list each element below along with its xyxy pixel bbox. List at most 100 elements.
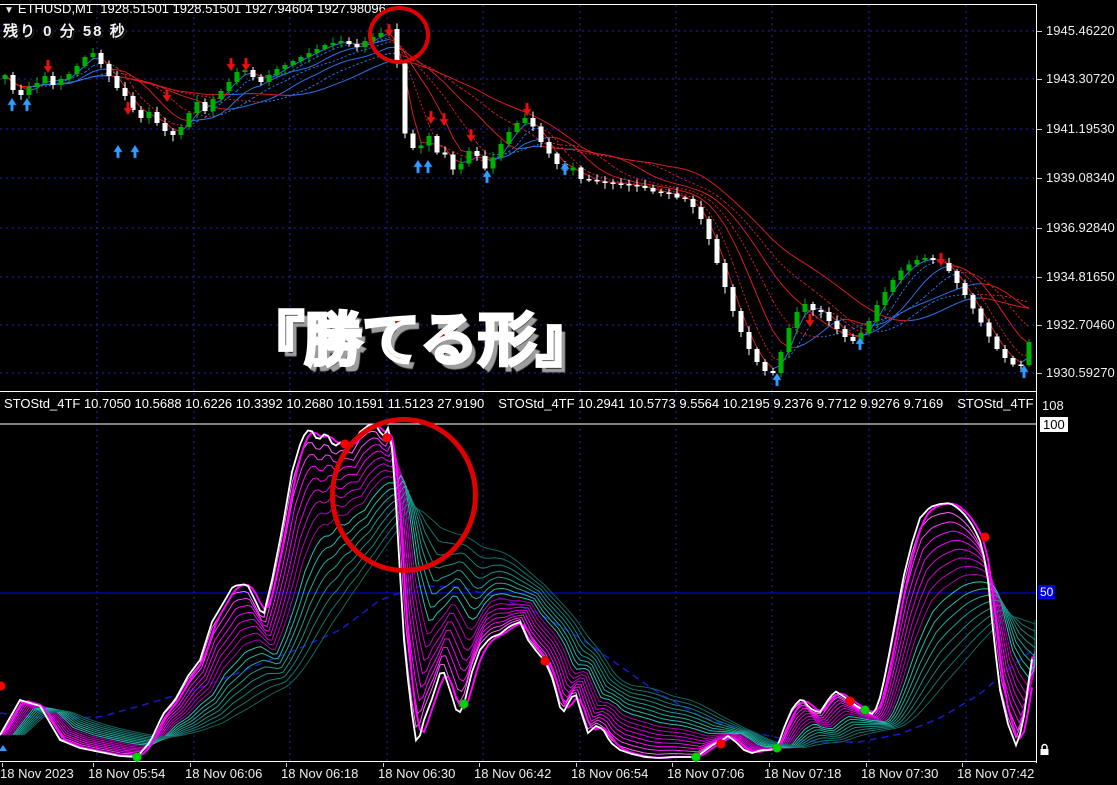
bear-candle — [154, 112, 160, 123]
bull-candle — [778, 352, 784, 373]
bull-candle — [898, 270, 904, 280]
bull-candle — [226, 82, 232, 91]
bull-candle — [186, 113, 192, 127]
buy-arrow-icon — [113, 144, 123, 159]
sell-arrow-icon — [426, 110, 436, 125]
bull-candle — [178, 127, 184, 135]
bear-candle — [810, 304, 816, 310]
bear-candle — [770, 371, 776, 373]
time-axis-label: 18 Nov 06:54 — [571, 766, 649, 781]
bull-candle — [522, 118, 528, 123]
price-axis[interactable]: 1945.46220 1943.30720 1941.19530 1939.08340… — [1037, 0, 1117, 785]
bull-candle — [330, 43, 336, 45]
bear-candle — [730, 287, 736, 311]
bear-candle — [554, 153, 560, 164]
bear-candle — [354, 44, 360, 47]
sell-dot — [0, 681, 6, 691]
bear-candle — [18, 90, 24, 95]
bull-candle — [466, 151, 472, 164]
bear-candle — [170, 131, 176, 135]
price-axis-label: 1945.46220 — [1046, 23, 1115, 38]
bear-candle — [450, 154, 456, 170]
price-axis-label: 1930.59270 — [1046, 365, 1115, 380]
bull-candle — [418, 145, 424, 148]
bull-candle — [314, 49, 320, 53]
bear-candle — [986, 322, 992, 337]
buy-dot — [772, 743, 782, 753]
bull-candle — [146, 112, 152, 118]
bear-candle — [202, 102, 208, 111]
symbol-dropdown-icon[interactable]: ▼ — [4, 5, 14, 16]
buy-dot — [459, 699, 469, 709]
bull-candle — [306, 53, 312, 57]
bear-candle — [50, 76, 56, 85]
bull-candle — [290, 61, 296, 65]
buy-dot — [860, 705, 870, 715]
buy-dot — [132, 752, 142, 762]
bull-candle — [490, 157, 496, 169]
price-axis-label: 1943.30720 — [1046, 71, 1115, 86]
bear-candle — [410, 133, 416, 148]
buy-arrow-icon — [772, 372, 782, 387]
oscillator-panel[interactable] — [0, 393, 1117, 763]
bear-candle — [698, 207, 704, 219]
sell-arrow-icon — [936, 252, 946, 267]
bear-candle — [586, 179, 592, 181]
bear-candle — [682, 197, 688, 199]
bull-candle — [34, 83, 40, 87]
bull-candle — [458, 163, 464, 170]
bear-candle — [98, 53, 104, 64]
bear-candle — [530, 118, 536, 127]
bear-candle — [546, 142, 552, 154]
buy-arrow-icon — [22, 97, 32, 112]
sell-dot — [540, 656, 550, 666]
lock-icon[interactable] — [1039, 743, 1050, 756]
bear-candle — [650, 188, 656, 192]
sell-arrow-icon — [466, 128, 476, 143]
bear-candle — [10, 75, 16, 90]
bull-candle — [514, 123, 520, 132]
oscillator-level-50-marker: 50 — [1038, 585, 1056, 599]
time-axis-label: 18 Nov 05:54 — [88, 766, 166, 781]
candle-countdown-timer: 残り 0 分 58 秒 — [3, 23, 127, 40]
bear-candle — [946, 263, 952, 271]
price-tick — [1037, 373, 1042, 374]
bear-candle — [618, 183, 624, 185]
bull-candle — [58, 79, 64, 85]
bear-candle — [482, 156, 488, 169]
bear-candle — [578, 167, 584, 179]
indicator-label-2: STOStd_4TF 10.87 — [957, 396, 1034, 411]
price-axis-label: 1936.92840 — [1046, 220, 1115, 235]
bear-candle — [610, 182, 616, 184]
bull-candle — [338, 41, 344, 43]
edge-marker-icon — [0, 745, 7, 751]
bear-candle — [962, 283, 968, 295]
bull-candle — [266, 75, 272, 82]
buy-arrow-icon — [423, 159, 433, 174]
time-axis-label: 18 Nov 07:42 — [957, 766, 1035, 781]
bear-candle — [978, 308, 984, 323]
buy-arrow-icon — [130, 144, 140, 159]
sell-dot — [845, 696, 855, 706]
bear-candle — [722, 263, 728, 287]
bull-candle — [322, 45, 328, 49]
bull-candle — [362, 41, 368, 47]
bull-candle — [42, 76, 48, 83]
price-tick — [1037, 178, 1042, 179]
price-tick — [1037, 325, 1042, 326]
bull-candle — [874, 305, 880, 321]
time-axis[interactable]: 18 Nov 2023 18 Nov 05:54 18 Nov 06:06 18 No… — [0, 763, 1117, 785]
bear-candle — [994, 336, 1000, 349]
bear-candle — [250, 70, 256, 77]
bear-candle — [970, 295, 976, 309]
buy-arrow-icon — [413, 159, 423, 174]
oscillator-level-100-marker: 100 — [1040, 417, 1068, 432]
bear-candle — [538, 126, 544, 142]
bull-candle — [90, 53, 96, 57]
bull-candle — [282, 65, 288, 69]
bull-candle — [26, 87, 32, 95]
annotation-circle-lower — [330, 417, 478, 573]
price-axis-label: 1939.08340 — [1046, 170, 1115, 185]
bear-candle — [642, 186, 648, 188]
bear-candle — [474, 151, 480, 156]
